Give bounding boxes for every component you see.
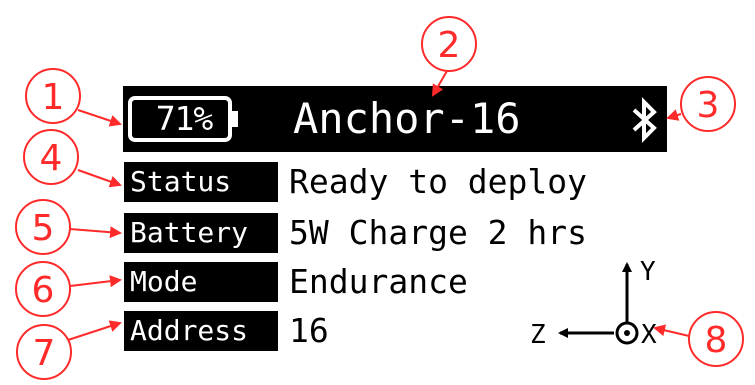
callout-6-number: 6 <box>32 270 55 311</box>
callout-8 <box>653 311 744 367</box>
y-axis-label: Y <box>640 257 656 287</box>
callout-3-number: 3 <box>697 85 720 126</box>
callout-4-number: 4 <box>40 138 63 179</box>
axis-widget: Y Z X <box>530 257 657 350</box>
callout-4 <box>23 129 122 188</box>
callout-8-number: 8 <box>705 320 728 361</box>
x-axis-label: X <box>641 320 657 350</box>
annotation-layer: Y Z X 1 2 3 4 5 6 7 8 <box>15 16 744 380</box>
callout-1-number: 1 <box>42 77 65 118</box>
x-axis-dot <box>624 330 630 336</box>
callout-7-number: 7 <box>33 333 56 374</box>
z-axis-label: Z <box>530 320 546 350</box>
callout-2-number: 2 <box>438 25 461 66</box>
callout-1 <box>25 68 122 127</box>
callout-5-number: 5 <box>32 208 55 249</box>
